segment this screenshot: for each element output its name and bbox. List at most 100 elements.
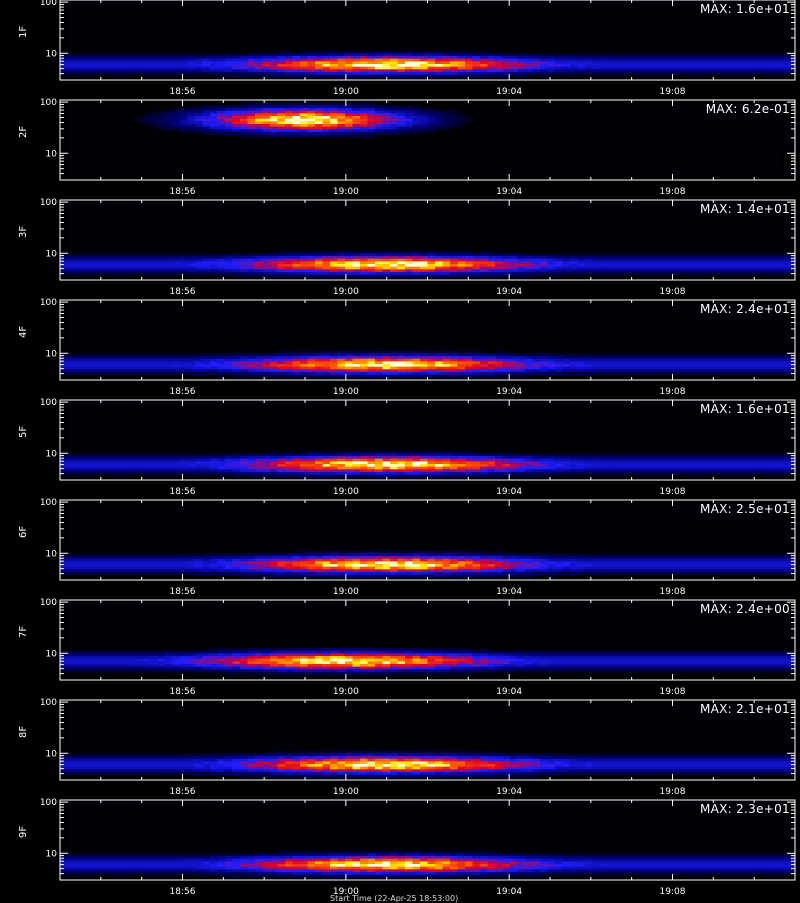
- heatmap-cell: [608, 256, 616, 259]
- heatmap-cell: [383, 116, 391, 119]
- heatmap-cell: [728, 467, 736, 470]
- heatmap-cell: [780, 467, 788, 470]
- heatmap-cell: [780, 264, 788, 267]
- heatmap-cell: [540, 456, 548, 459]
- heatmap-cell: [728, 53, 736, 56]
- heatmap-cell: [675, 53, 683, 56]
- heatmap-cell: [788, 269, 796, 272]
- heatmap-cell: [555, 569, 563, 572]
- heatmap-cell: [83, 469, 91, 472]
- heatmap-cell: [360, 121, 368, 124]
- heatmap-cell: [375, 359, 383, 362]
- heatmap-cell: [428, 572, 436, 575]
- heatmap-cell: [270, 264, 278, 267]
- heatmap-cell: [263, 272, 271, 275]
- heatmap-cell: [263, 359, 271, 362]
- heatmap-cell: [83, 369, 91, 372]
- heatmap-cell: [143, 69, 151, 72]
- heatmap-cell: [413, 475, 421, 478]
- heatmap-cell: [240, 572, 248, 575]
- heatmap-cell: [90, 253, 98, 256]
- heatmap-cell: [233, 359, 241, 362]
- heatmap-cell: [165, 64, 173, 67]
- heatmap-cell: [240, 464, 248, 467]
- heatmap-cell: [120, 72, 128, 75]
- heatmap-cell: [293, 103, 301, 106]
- heatmap-cell: [120, 464, 128, 467]
- heatmap-cell: [113, 567, 121, 570]
- heatmap-cell: [473, 51, 481, 54]
- heatmap-cell: [525, 461, 533, 464]
- heatmap-cell: [480, 259, 488, 262]
- heatmap-cell: [150, 456, 158, 459]
- heatmap-cell: [383, 267, 391, 270]
- heatmap-cell: [75, 259, 83, 262]
- heatmap-cell: [368, 272, 376, 275]
- heatmap-cell: [548, 575, 556, 578]
- heatmap-cell: [338, 556, 346, 559]
- heatmap-cell: [443, 551, 451, 554]
- heatmap-cell: [135, 559, 143, 562]
- heatmap-cell: [623, 269, 631, 272]
- heatmap-cell: [780, 459, 788, 462]
- heatmap-cell: [173, 64, 181, 67]
- heatmap-cell: [473, 361, 481, 364]
- heatmap-cell: [548, 453, 556, 456]
- channel-label: 5F: [18, 426, 29, 438]
- heatmap-cell: [353, 367, 361, 370]
- heatmap-cell: [248, 116, 256, 119]
- heatmap-cell: [555, 267, 563, 270]
- heatmap-cell: [173, 67, 181, 70]
- heatmap-cell: [165, 72, 173, 75]
- heatmap-cell: [233, 464, 241, 467]
- heatmap-cell: [750, 456, 758, 459]
- heatmap-cell: [255, 124, 263, 127]
- heatmap-cell: [630, 456, 638, 459]
- heatmap-cell: [300, 451, 308, 454]
- heatmap-cell: [315, 451, 323, 454]
- heatmap-cell: [83, 564, 91, 567]
- heatmap-cell: [585, 53, 593, 56]
- heatmap-cell: [323, 572, 331, 575]
- heatmap-cell: [743, 464, 751, 467]
- heatmap-cell: [488, 56, 496, 59]
- heatmap-cell: [60, 461, 68, 464]
- heatmap-cell: [435, 275, 443, 278]
- heatmap-cell: [278, 359, 286, 362]
- heatmap-cell: [60, 569, 68, 572]
- heatmap-cell: [120, 567, 128, 570]
- heatmap-cell: [240, 59, 248, 62]
- heatmap-cell: [180, 353, 188, 356]
- heatmap-cell: [428, 464, 436, 467]
- heatmap-cell: [330, 453, 338, 456]
- heatmap-cell: [210, 472, 218, 475]
- heatmap-cell: [113, 67, 121, 70]
- heatmap-cell: [308, 561, 316, 564]
- heatmap-cell: [263, 105, 271, 108]
- heatmap-cell: [368, 253, 376, 256]
- heatmap-cell: [240, 113, 248, 116]
- heatmap-cell: [660, 267, 668, 270]
- heatmap-cell: [668, 59, 676, 62]
- heatmap-cell: [720, 472, 728, 475]
- heatmap-cell: [233, 269, 241, 272]
- heatmap-cell: [368, 464, 376, 467]
- heatmap-cell: [690, 56, 698, 59]
- heatmap-cell: [390, 564, 398, 567]
- heatmap-cell: [510, 569, 518, 572]
- heatmap-cell: [705, 53, 713, 56]
- heatmap-cell: [308, 251, 316, 254]
- heatmap-cell: [218, 375, 226, 378]
- heatmap-cell: [413, 575, 421, 578]
- heatmap-cell: [233, 564, 241, 567]
- heatmap-cell: [300, 272, 308, 275]
- heatmap-cell: [225, 264, 233, 267]
- heatmap-cell: [105, 269, 113, 272]
- heatmap-cell: [68, 472, 76, 475]
- heatmap-cell: [323, 135, 331, 138]
- heatmap-cell: [308, 464, 316, 467]
- heatmap-cell: [120, 269, 128, 272]
- heatmap-cell: [615, 267, 623, 270]
- heatmap-cell: [195, 69, 203, 72]
- heatmap-cell: [293, 119, 301, 122]
